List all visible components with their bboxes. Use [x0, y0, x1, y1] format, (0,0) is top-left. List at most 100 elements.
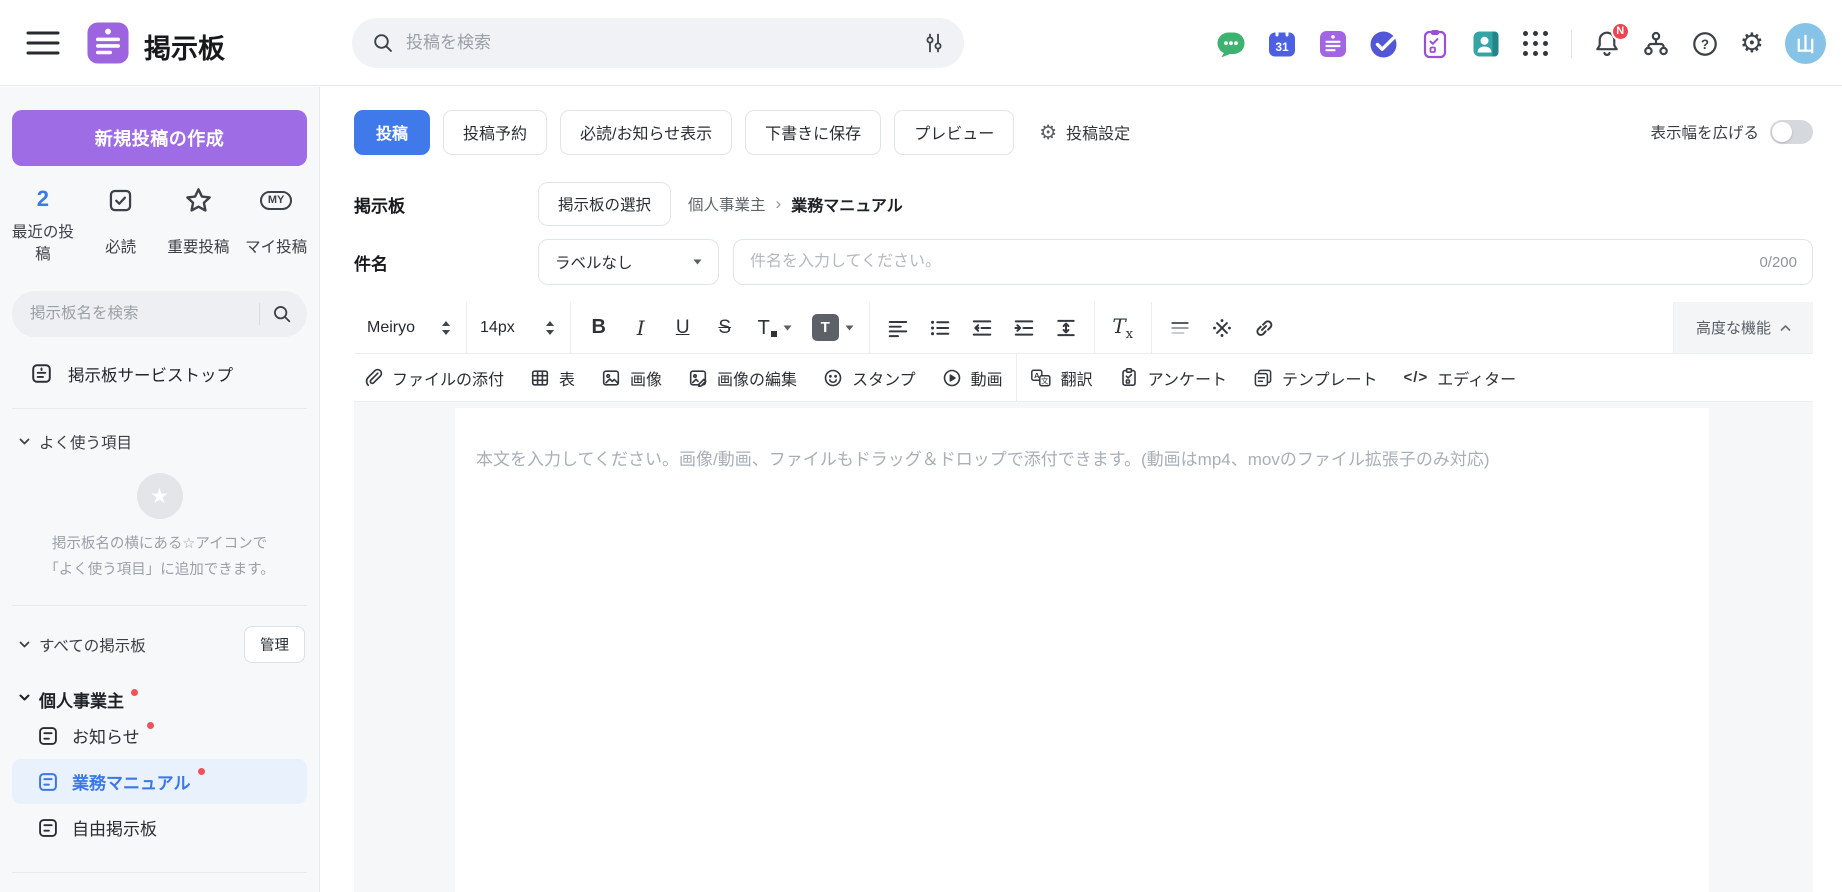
format-toolbar: Meiryo 14px B I U S T T Tx 高度な機能 [354, 302, 1813, 354]
tasks-app-icon[interactable] [1369, 29, 1399, 59]
editor-page[interactable]: 本文を入力してください。画像/動画、ファイルもドラッグ＆ドロップで添付できます。… [455, 408, 1709, 892]
bold-button[interactable]: B [579, 308, 619, 348]
org-chart-icon[interactable] [1642, 30, 1670, 58]
svg-text:文: 文 [1041, 375, 1049, 385]
underline-button[interactable]: U [663, 308, 703, 348]
insert-table-button[interactable]: 表 [517, 354, 588, 401]
sidebar-item-my-posts[interactable]: MY マイ投稿 [237, 184, 315, 267]
post-settings-button[interactable]: ⚙ 投稿設定 [1039, 120, 1130, 144]
editor-placeholder: 本文を入力してください。画像/動画、ファイルもドラッグ＆ドロップで添付できます。… [476, 450, 1490, 469]
star-icon [184, 184, 213, 216]
app-grid-menu-icon[interactable] [1522, 30, 1550, 58]
widen-view-toggle[interactable] [1770, 120, 1813, 144]
top-header: 掲示板 31 N [0, 0, 1842, 86]
search-input[interactable] [406, 33, 924, 53]
bullet-list-button[interactable] [920, 308, 960, 348]
preview-button[interactable]: プレビュー [894, 109, 1015, 155]
messenger-app-icon[interactable] [1216, 29, 1246, 59]
board-doc-icon [30, 362, 53, 385]
insert-toolbar: ファイルの添付 表 画像 画像の編集 スタンプ 動画 A 文 翻訳 アンケート … [354, 354, 1813, 402]
all-boards-section-header[interactable]: すべての掲示板 管理 [19, 626, 305, 664]
post-search-bar [352, 18, 964, 68]
attach-file-button[interactable]: ファイルの添付 [354, 354, 517, 401]
line-height-button[interactable] [1046, 308, 1086, 348]
notification-badge: N [1610, 21, 1630, 41]
board-search-input[interactable] [30, 304, 251, 323]
label-select-value: ラベルなし [555, 255, 633, 272]
subject-input[interactable] [750, 253, 1748, 271]
outdent-button[interactable] [962, 308, 1002, 348]
chevron-down-icon [19, 694, 30, 702]
breadcrumb: 個人事業主 › 業務マニュアル [688, 192, 903, 216]
horizontal-rule-button[interactable] [1160, 308, 1200, 348]
highlight-color-button[interactable]: T [805, 308, 861, 348]
calendar-app-icon[interactable]: 31 [1267, 29, 1297, 59]
sidebar-divider [12, 407, 307, 409]
main-content: 投稿 投稿予約 必読/お知らせ表示 下書きに保存 プレビュー ⚙ 投稿設定 表示… [321, 87, 1842, 892]
search-filter-icon[interactable] [924, 32, 944, 54]
svg-text:31: 31 [1275, 40, 1289, 54]
quick-nav: 2 最近の投稿 必読 重要投稿 MY マイ投稿 [4, 184, 315, 267]
edit-image-button[interactable]: 画像の編集 [675, 354, 810, 401]
template-button[interactable]: テンプレート [1240, 354, 1391, 401]
board-select-button[interactable]: 掲示板の選択 [538, 182, 672, 226]
important-posts-label: 重要投稿 [167, 239, 230, 256]
post-button[interactable]: 投稿 [354, 109, 431, 155]
font-size-value: 14px [480, 318, 515, 336]
board-search-icon[interactable] [272, 304, 292, 324]
translate-button[interactable]: A文 翻訳 [1017, 354, 1106, 401]
sidebar-item-service-top[interactable]: 掲示板サービストップ [30, 362, 305, 386]
code-editor-button[interactable]: </> エディター [1391, 354, 1530, 401]
board-app-icon[interactable] [1318, 29, 1348, 59]
sidebar-board-item[interactable]: お知らせ [12, 713, 307, 758]
align-button[interactable] [878, 308, 918, 348]
advanced-features-button[interactable]: 高度な機能 [1672, 302, 1813, 353]
special-character-button[interactable] [1202, 308, 1242, 348]
contacts-app-icon[interactable] [1471, 29, 1501, 59]
sidebar-board-item[interactable]: 自由掲示板 [12, 805, 307, 850]
must-read-display-button[interactable]: 必読/お知らせ表示 [560, 109, 733, 155]
label-select[interactable]: ラベルなし [538, 239, 719, 285]
font-family-select[interactable]: Meiryo [354, 302, 466, 353]
subject-row: 件名 ラベルなし 0/200 [354, 239, 1813, 285]
favorites-section-header[interactable]: よく使う項目 [19, 431, 305, 453]
save-draft-button[interactable]: 下書きに保存 [745, 109, 882, 155]
sidebar-item-important-posts[interactable]: 重要投稿 [160, 184, 238, 267]
help-icon[interactable]: ? [1691, 30, 1719, 58]
board-select-row: 掲示板 掲示板の選択 個人事業主 › 業務マニュアル [354, 182, 1813, 226]
user-avatar[interactable]: 山 [1785, 23, 1826, 64]
recent-posts-count: 2 [36, 186, 49, 211]
my-posts-label: マイ投稿 [245, 239, 308, 256]
breadcrumb-group: 個人事業主 [688, 197, 766, 214]
settings-gear-icon[interactable]: ⚙ [1740, 30, 1764, 57]
strikethrough-button[interactable]: S [705, 308, 745, 348]
font-size-select[interactable]: 14px [467, 302, 570, 353]
recent-posts-label: 最近の投稿 [11, 224, 74, 264]
paragraph-group [870, 302, 1094, 353]
board-search-bar [12, 290, 307, 337]
clear-format-group: Tx [1095, 302, 1151, 353]
survey-button[interactable]: アンケート [1106, 354, 1240, 401]
insert-video-button[interactable]: 動画 [929, 354, 1016, 401]
manage-button[interactable]: 管理 [244, 626, 305, 664]
notification-bell-icon[interactable]: N [1593, 21, 1630, 59]
board-group-header[interactable]: 個人事業主 [19, 687, 305, 712]
clear-format-button[interactable]: Tx [1103, 308, 1143, 348]
text-color-button[interactable]: T [747, 308, 803, 348]
board-field-label: 掲示板 [354, 196, 405, 216]
sidebar-item-recent-posts[interactable]: 2 最近の投稿 [4, 184, 82, 267]
sidebar-item-must-read[interactable]: 必読 [82, 184, 160, 267]
hamburger-menu-icon[interactable] [26, 30, 60, 56]
action-bar: 投稿 投稿予約 必読/お知らせ表示 下書きに保存 プレビュー ⚙ 投稿設定 表示… [354, 109, 1813, 155]
insert-stamp-button[interactable]: スタンプ [810, 354, 929, 401]
sidebar-board-item-selected[interactable]: 業務マニュアル [12, 759, 307, 805]
board-group-label: 個人事業主 [39, 692, 124, 712]
new-post-button[interactable]: 新規投稿の作成 [12, 110, 307, 166]
link-button[interactable] [1244, 308, 1284, 348]
indent-button[interactable] [1004, 308, 1044, 348]
italic-button[interactable]: I [621, 308, 661, 348]
subject-input-box: 0/200 [733, 239, 1813, 285]
insert-image-button[interactable]: 画像 [588, 354, 675, 401]
survey-app-icon[interactable] [1420, 29, 1450, 59]
schedule-post-button[interactable]: 投稿予約 [443, 109, 548, 155]
